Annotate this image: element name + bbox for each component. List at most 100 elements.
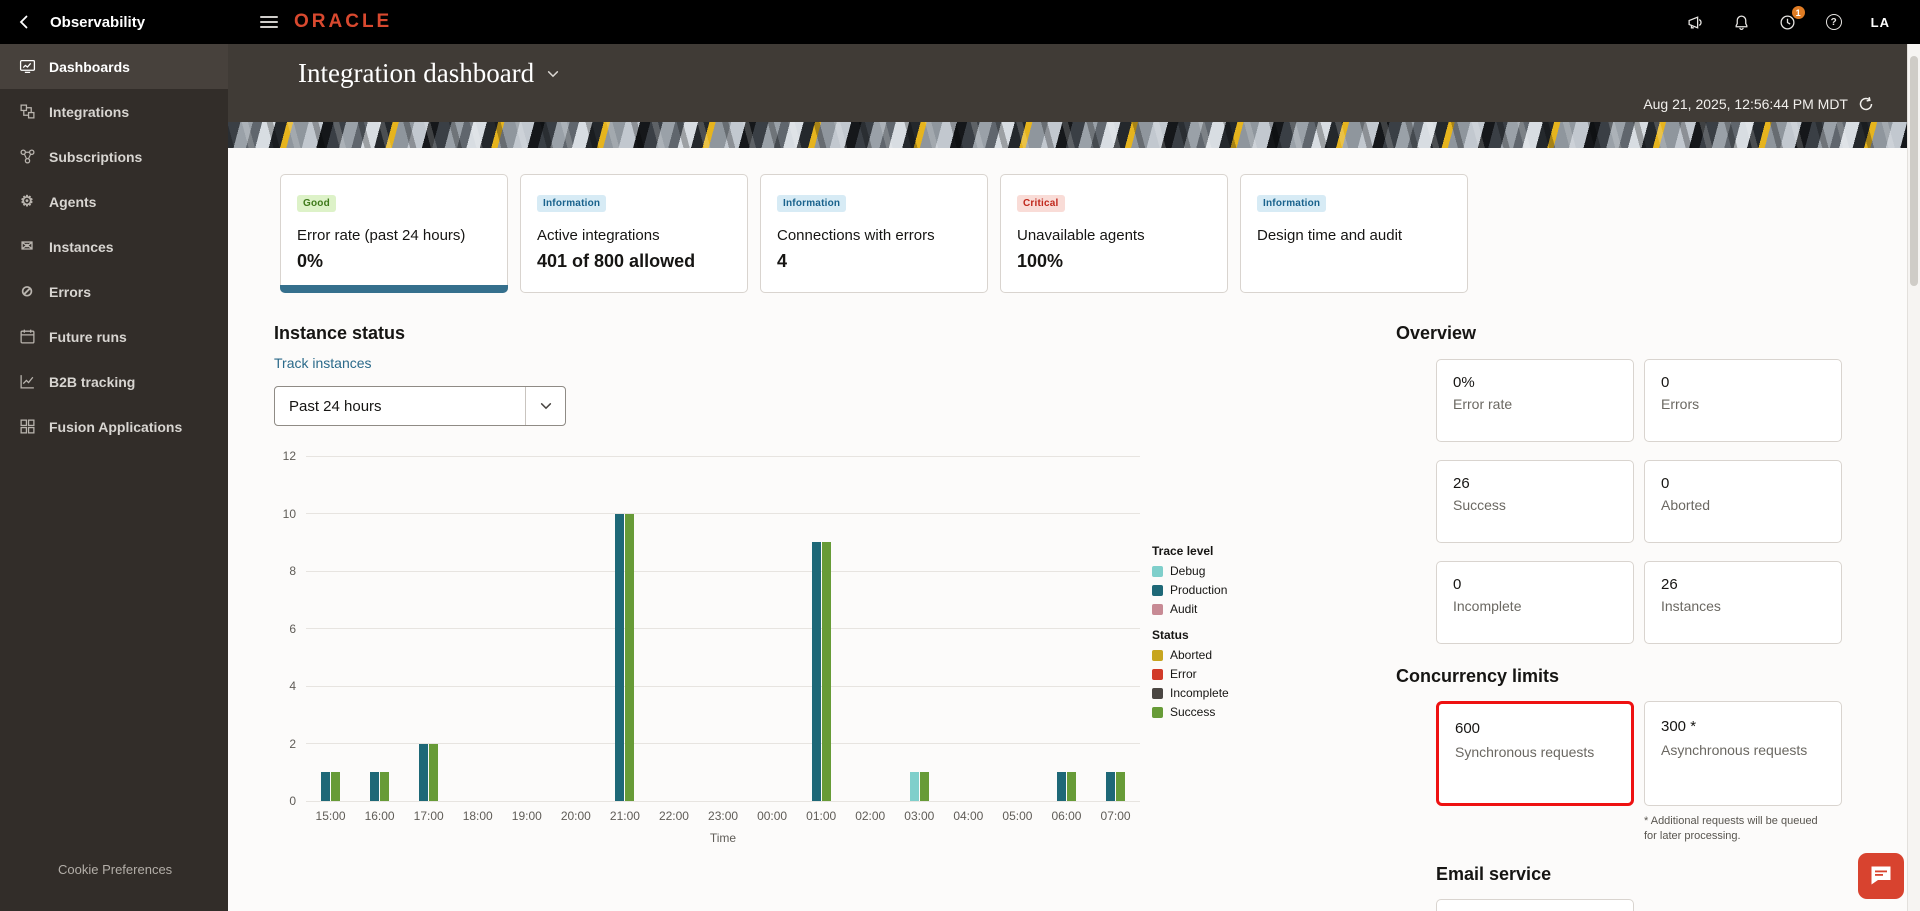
kpi-value: 401 of 800 allowed <box>537 251 731 272</box>
legend-label: Error <box>1170 667 1197 681</box>
x-tick-label: 03:00 <box>895 809 944 823</box>
status-badge: Good <box>297 195 336 212</box>
sidebar-item[interactable]: Fusion Applications <box>0 404 228 449</box>
bar-group <box>1042 456 1091 801</box>
help-icon[interactable]: ? <box>1825 13 1843 31</box>
sidebar-item[interactable]: ✉ Instances <box>0 224 228 269</box>
sidebar-item[interactable]: Future runs <box>0 314 228 359</box>
chat-button[interactable] <box>1858 853 1904 899</box>
email-service-card <box>1436 899 1634 911</box>
chart-bar[interactable] <box>321 772 330 801</box>
refresh-icon[interactable] <box>1858 96 1874 112</box>
kpi-card[interactable]: Good Error rate (past 24 hours) 0% <box>280 174 508 293</box>
user-avatar[interactable]: LA <box>1871 15 1890 30</box>
chart-bar[interactable] <box>625 514 634 802</box>
x-tick-label: 22:00 <box>649 809 698 823</box>
topbar-left: Observability <box>0 0 228 44</box>
overview-grid: 0% Error rate 0 Errors 26 <box>1436 359 1856 644</box>
time-range-select[interactable]: Past 24 hours <box>274 386 566 426</box>
integrations-icon <box>18 103 36 121</box>
time-range-value: Past 24 hours <box>275 398 525 415</box>
chart-bar[interactable] <box>419 744 428 802</box>
hamburger-menu-icon[interactable] <box>260 16 278 28</box>
chart-bar[interactable] <box>812 542 821 801</box>
sidebar-item[interactable]: B2B tracking <box>0 359 228 404</box>
y-tick-label: 12 <box>283 449 296 463</box>
chart-bar[interactable] <box>429 744 438 802</box>
chart-bar[interactable] <box>1057 772 1066 801</box>
legend-item[interactable]: Error <box>1152 667 1284 681</box>
chart-bar[interactable] <box>1067 772 1076 801</box>
chart-bar[interactable] <box>822 542 831 801</box>
legend-group-title: Trace level <box>1152 544 1284 558</box>
overview-value: 26 <box>1661 576 1825 593</box>
bar-group <box>944 456 993 801</box>
cookie-preferences-link[interactable]: Cookie Preferences <box>58 862 172 877</box>
chart-plot <box>306 456 1140 801</box>
status-badge: Information <box>777 195 846 212</box>
errors-icon: ⊘ <box>18 283 36 301</box>
back-icon[interactable] <box>14 12 34 32</box>
bar-group <box>748 456 797 801</box>
timestamp: Aug 21, 2025, 12:56:44 PM MDT <box>1643 96 1848 112</box>
overview-card: 26 Success <box>1436 460 1634 543</box>
agents-icon: ⚙ <box>18 193 36 211</box>
chart-bar[interactable] <box>370 772 379 801</box>
recent-activity-clock-icon[interactable]: 1 <box>1779 13 1797 31</box>
overview-value: 0 <box>1661 374 1825 391</box>
overview-heading: Overview <box>1396 323 1856 344</box>
bar-group <box>846 456 895 801</box>
legend-item[interactable]: Debug <box>1152 564 1284 578</box>
sidebar-item[interactable]: Dashboards <box>0 44 228 89</box>
legend-label: Audit <box>1170 602 1197 616</box>
bar-group <box>404 456 453 801</box>
chart-bar[interactable] <box>920 772 929 801</box>
content: Good Error rate (past 24 hours) 0% Infor… <box>228 148 1920 911</box>
sidebar-item[interactable]: Integrations <box>0 89 228 134</box>
chart-bar[interactable] <box>331 772 340 801</box>
x-tick-label: 06:00 <box>1042 809 1091 823</box>
sidebar-item[interactable]: ⚙ Agents <box>0 179 228 224</box>
chart-y-axis: 024681012 <box>274 456 306 801</box>
status-badge: Critical <box>1017 195 1065 212</box>
kpi-value: 0% <box>297 251 491 272</box>
legend-swatch <box>1152 707 1163 718</box>
legend-label: Incomplete <box>1170 686 1229 700</box>
legend-item[interactable]: Audit <box>1152 602 1284 616</box>
kpi-card[interactable]: Information Connections with errors 4 <box>760 174 988 293</box>
dashboard-title-dropdown[interactable]: Integration dashboard <box>298 58 1874 89</box>
topbar-icons: 1 ? LA <box>1687 13 1920 31</box>
chart-bar[interactable] <box>380 772 389 801</box>
kpi-card[interactable]: Information Active integrations 401 of 8… <box>520 174 748 293</box>
overview-label: Incomplete <box>1453 598 1617 614</box>
kpi-card[interactable]: Information Design time and audit <box>1240 174 1468 293</box>
concurrency-grid: 600 Synchronous requests 300 * Asynchron… <box>1436 701 1856 806</box>
chart-bar[interactable] <box>1116 772 1125 801</box>
sidebar-item[interactable]: Subscriptions <box>0 134 228 179</box>
track-instances-link[interactable]: Track instances <box>274 355 372 371</box>
chart-bar[interactable] <box>1106 772 1115 801</box>
y-tick-label: 6 <box>289 622 296 636</box>
concurrency-card: 600 Synchronous requests <box>1436 701 1634 806</box>
legend-item[interactable]: Aborted <box>1152 648 1284 662</box>
bar-group <box>895 456 944 801</box>
announcements-icon[interactable] <box>1687 13 1705 31</box>
legend-item[interactable]: Incomplete <box>1152 686 1284 700</box>
bar-group <box>453 456 502 801</box>
kpi-label: Active integrations <box>537 227 731 244</box>
chart-bar[interactable] <box>615 514 624 802</box>
chart-bar[interactable] <box>910 772 919 801</box>
x-tick-label: 02:00 <box>846 809 895 823</box>
legend-item[interactable]: Production <box>1152 583 1284 597</box>
sidebar-item[interactable]: ⊘ Errors <box>0 269 228 314</box>
kpi-card[interactable]: Critical Unavailable agents 100% <box>1000 174 1228 293</box>
scrollbar-thumb[interactable] <box>1910 56 1918 286</box>
legend-label: Production <box>1170 583 1227 597</box>
notifications-bell-icon[interactable] <box>1733 13 1751 31</box>
app-window: Observability ORACLE 1 ? LA <box>0 0 1920 911</box>
x-tick-label: 07:00 <box>1091 809 1140 823</box>
x-tick-label: 05:00 <box>993 809 1042 823</box>
page-scrollbar <box>1907 44 1920 911</box>
kpi-card-row: Good Error rate (past 24 hours) 0% Infor… <box>280 174 1886 293</box>
legend-item[interactable]: Success <box>1152 705 1284 719</box>
